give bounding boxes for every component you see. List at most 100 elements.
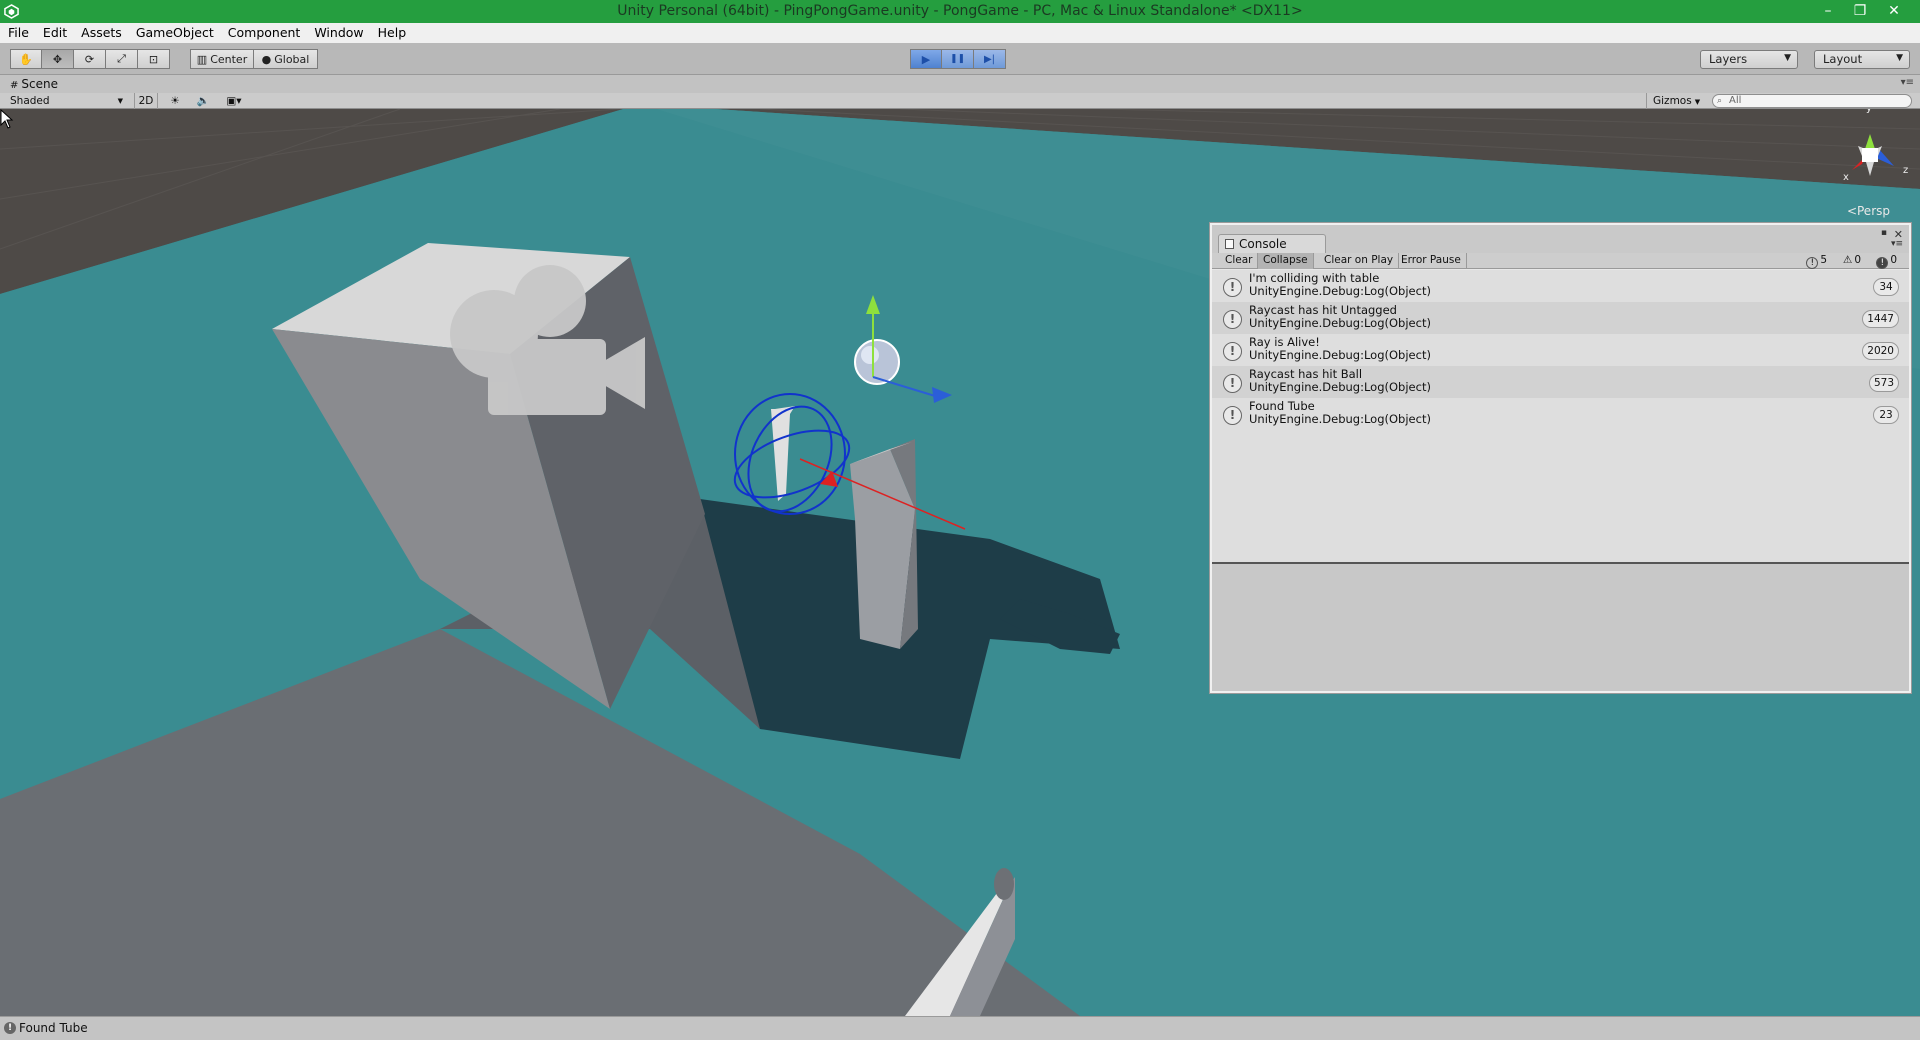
log-detail-area[interactable] xyxy=(1212,564,1909,691)
log-message: Found Tube xyxy=(1249,399,1315,413)
close-button[interactable]: ✕ xyxy=(1878,0,1910,23)
effects-icon[interactable]: ▣▾ xyxy=(220,93,248,109)
window-title: Unity Personal (64bit) - PingPongGame.un… xyxy=(617,3,1303,19)
log-source: UnityEngine.Debug:Log(Object) xyxy=(1249,380,1431,394)
step-icon: ▶| xyxy=(983,53,996,65)
log-count-badge: 34 xyxy=(1873,278,1899,296)
scene-tab-bar: # Scene ▾≡ xyxy=(0,75,1920,93)
scene-grid-icon: # xyxy=(10,80,19,91)
collapse-button[interactable]: Collapse xyxy=(1258,253,1314,269)
log-count-badge: 573 xyxy=(1868,374,1899,392)
play-button[interactable]: ▶ xyxy=(910,49,942,69)
log-source: UnityEngine.Debug:Log(Object) xyxy=(1249,284,1431,298)
pivot-center-toggle[interactable]: ▥ Center xyxy=(190,49,254,69)
console-icon xyxy=(1225,239,1234,249)
log-count-badge: 2020 xyxy=(1862,342,1899,360)
menu-gameobject[interactable]: GameObject xyxy=(129,23,221,43)
pivot-toggles: ▥ Center ● Global xyxy=(190,49,318,69)
clear-on-play-button[interactable]: Clear on Play xyxy=(1319,253,1400,269)
restore-button[interactable]: ❐ xyxy=(1844,0,1876,23)
log-entry[interactable]: ! Raycast has hit Ball UnityEngine.Debug:… xyxy=(1212,366,1909,398)
log-source: UnityEngine.Debug:Log(Object) xyxy=(1249,348,1431,362)
error-icon: ! xyxy=(1876,257,1889,269)
gizmos-dropdown[interactable]: Gizmos ▼ xyxy=(1646,93,1700,109)
status-message[interactable]: Found Tube xyxy=(19,1021,88,1035)
menu-help[interactable]: Help xyxy=(371,23,414,43)
log-source: UnityEngine.Debug:Log(Object) xyxy=(1249,412,1431,426)
error-count-toggle[interactable]: ! 0 xyxy=(1876,253,1897,269)
scene-tab[interactable]: # Scene xyxy=(2,76,66,93)
globe-icon: ● xyxy=(261,52,272,66)
playback-controls: ▶ ❚❚ ▶| xyxy=(910,49,1006,69)
menu-assets[interactable]: Assets xyxy=(74,23,129,43)
menu-component[interactable]: Component xyxy=(221,23,308,43)
lighting-icon[interactable]: ☀ xyxy=(164,93,186,109)
rotate-icon: ⟳ xyxy=(84,52,95,66)
scene-search-input[interactable]: ⌕ All xyxy=(1712,94,1912,108)
log-entry[interactable]: ! Found Tube UnityEngine.Debug:Log(Object… xyxy=(1212,398,1909,430)
chevron-down-icon: ▼ xyxy=(1784,53,1791,63)
rect-tool-button[interactable]: ⊡ xyxy=(138,49,170,69)
2d-mode-toggle[interactable]: 2D xyxy=(134,93,158,109)
error-pause-button[interactable]: Error Pause xyxy=(1396,253,1467,269)
log-count-badge: 23 xyxy=(1873,406,1899,424)
chevron-down-icon: ▼ xyxy=(1694,98,1701,106)
shading-mode-dropdown[interactable]: Shaded ▼ xyxy=(10,93,125,109)
panel-menu-icon[interactable]: ▾≡ xyxy=(1891,239,1903,249)
log-entry[interactable]: ! Ray is Alive! UnityEngine.Debug:Log(Obj… xyxy=(1212,334,1909,366)
scene-options-bar: Shaded ▼ 2D ☀ 🔈 ▣▾ Gizmos ▼ ⌕ All xyxy=(0,93,1920,109)
minimize-button[interactable]: – xyxy=(1812,0,1844,23)
layers-dropdown[interactable]: Layers ▼ xyxy=(1700,50,1798,69)
search-icon: ⌕ xyxy=(1717,96,1723,106)
pause-button[interactable]: ❚❚ xyxy=(942,49,974,69)
log-entry[interactable]: ! I'm colliding with table UnityEngine.De… xyxy=(1212,270,1909,302)
info-icon: ! xyxy=(4,1022,16,1034)
log-message: Raycast has hit Untagged xyxy=(1249,303,1397,317)
main-toolbar: ✋ ✥ ⟳ ⤢ ⊡ ▥ Center ● Global ▶ ❚❚ ▶| Layers… xyxy=(0,43,1920,75)
axis-z-label: z xyxy=(1903,165,1909,176)
menu-bar: File Edit Assets GameObject Component Window H… xyxy=(0,23,1920,43)
log-message: Raycast has hit Ball xyxy=(1249,367,1363,381)
rect-icon: ⊡ xyxy=(148,52,159,66)
transform-tools: ✋ ✥ ⟳ ⤢ ⊡ xyxy=(10,49,170,69)
hand-icon: ✋ xyxy=(19,52,33,66)
warning-icon: ⚠ xyxy=(1842,254,1853,266)
panel-menu-icon[interactable]: ▾≡ xyxy=(1901,77,1914,88)
title-bar: Unity Personal (64bit) - PingPongGame.un… xyxy=(0,0,1920,23)
step-button[interactable]: ▶| xyxy=(974,49,1006,69)
info-icon: ! xyxy=(1223,406,1242,425)
info-icon: ! xyxy=(1223,310,1242,329)
menu-file[interactable]: File xyxy=(0,23,36,43)
chevron-down-icon: ▼ xyxy=(117,97,123,105)
console-log-list: ! I'm colliding with table UnityEngine.De… xyxy=(1212,270,1909,562)
warning-count-toggle[interactable]: ⚠ 0 xyxy=(1843,253,1861,269)
log-entry[interactable]: ! Raycast has hit Untagged UnityEngine.De… xyxy=(1212,302,1909,334)
move-tool-button[interactable]: ✥ xyxy=(42,49,74,69)
log-message: Ray is Alive! xyxy=(1249,335,1320,349)
rotate-tool-button[interactable]: ⟳ xyxy=(74,49,106,69)
mouse-cursor-icon xyxy=(0,109,14,129)
console-tab[interactable]: Console xyxy=(1218,234,1326,253)
log-count-toggle[interactable]: ! 5 xyxy=(1806,253,1827,269)
scale-tool-button[interactable]: ⤢ xyxy=(106,49,138,69)
move-icon: ✥ xyxy=(52,52,63,66)
axis-x-label: x xyxy=(1843,172,1849,183)
layout-dropdown[interactable]: Layout ▼ xyxy=(1814,50,1910,69)
axis-y-label: y xyxy=(1866,109,1872,114)
menu-window[interactable]: Window xyxy=(307,23,370,43)
chevron-down-icon: ▼ xyxy=(1896,53,1903,63)
play-icon: ▶ xyxy=(921,52,931,66)
scale-icon: ⤢ xyxy=(117,52,126,65)
hand-tool-button[interactable]: ✋ xyxy=(10,49,42,69)
log-count-badge: 1447 xyxy=(1862,310,1899,328)
menu-edit[interactable]: Edit xyxy=(36,23,74,43)
audio-icon[interactable]: 🔈 xyxy=(192,93,214,109)
console-toolbar: Clear Collapse Clear on Play Error Pause… xyxy=(1212,253,1909,269)
info-icon: ! xyxy=(1223,342,1242,361)
info-icon: ! xyxy=(1223,278,1242,297)
maximize-icon[interactable]: ▪ xyxy=(1881,228,1887,238)
pivot-icon: ▥ xyxy=(196,52,208,66)
clear-button[interactable]: Clear xyxy=(1220,253,1259,269)
projection-toggle[interactable]: <Persp xyxy=(1847,204,1890,218)
space-global-toggle[interactable]: ● Global xyxy=(254,49,318,69)
